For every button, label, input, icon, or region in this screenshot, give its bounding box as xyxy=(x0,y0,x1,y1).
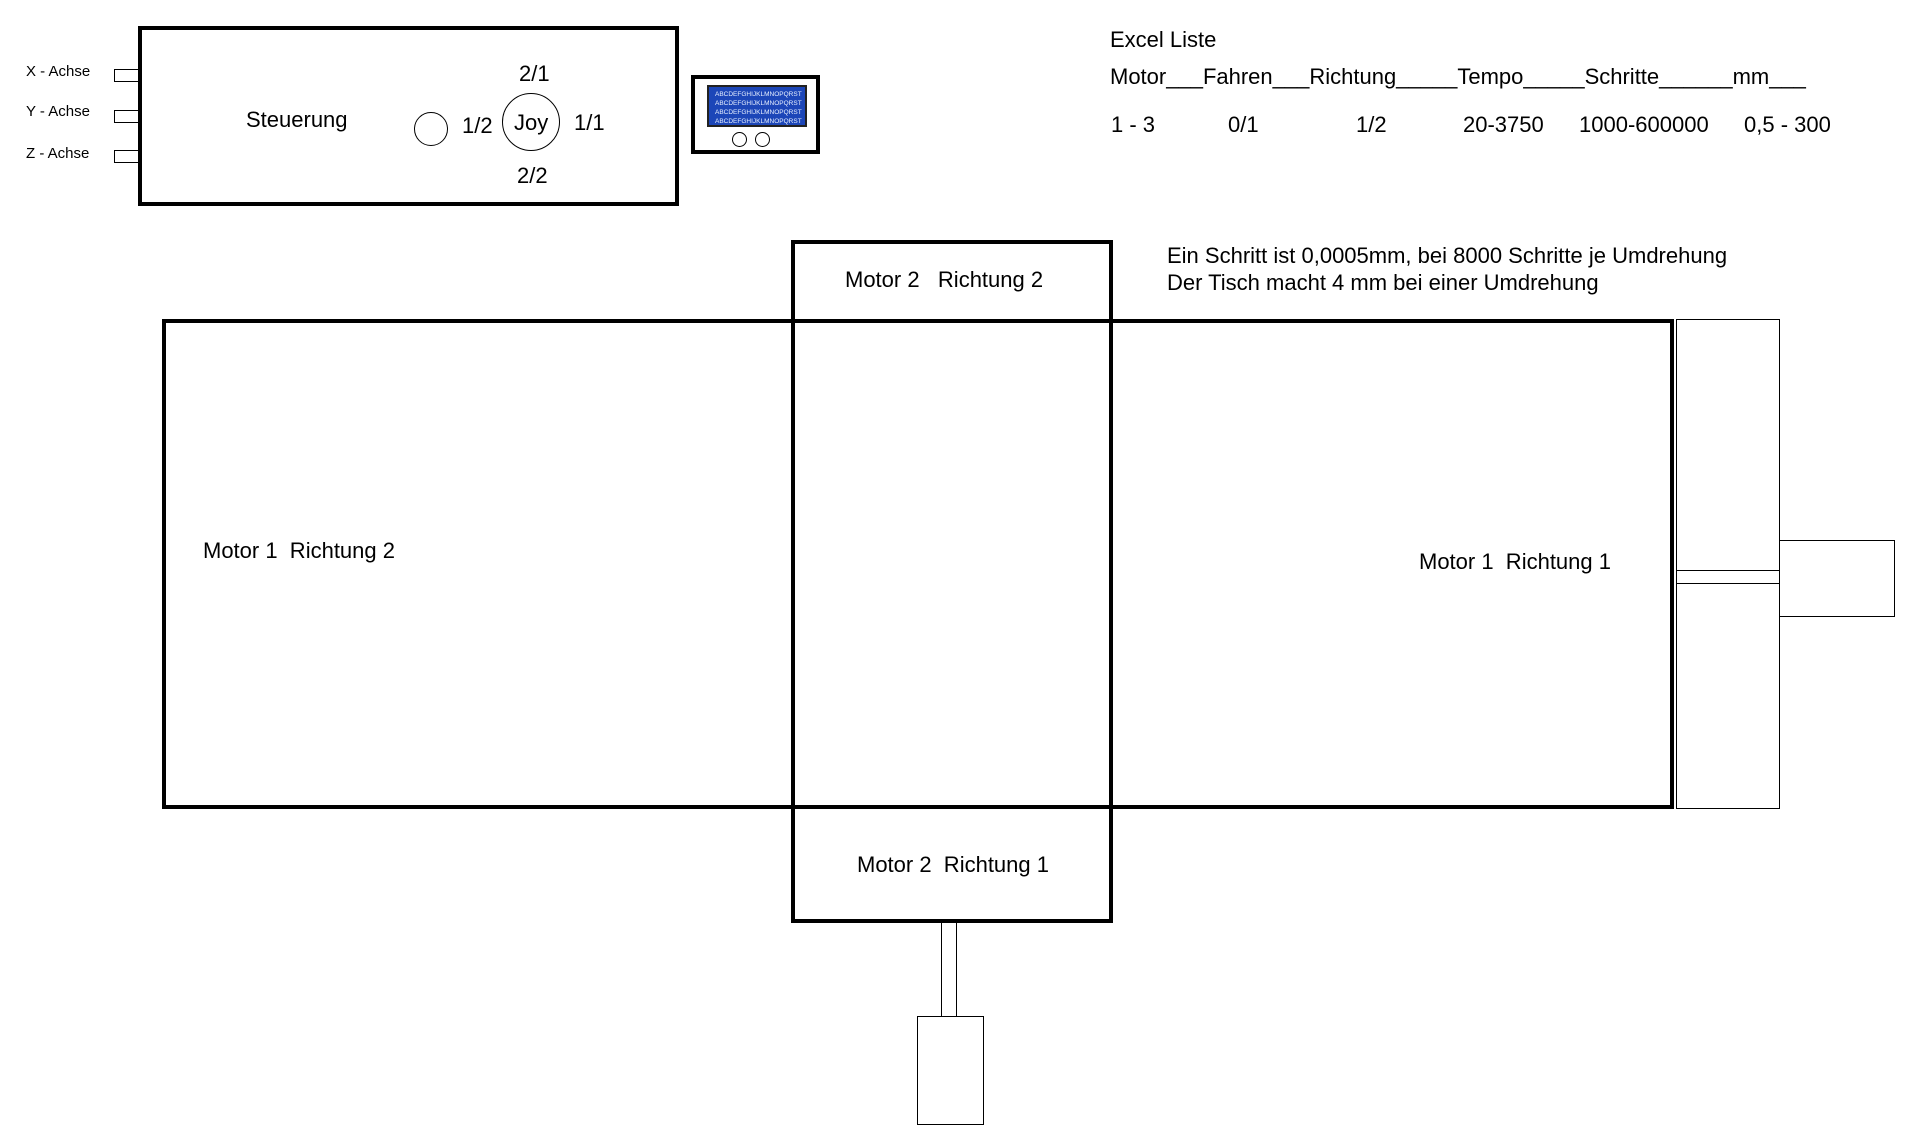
joystick-right-label: 1/1 xyxy=(574,110,605,135)
lcd-line: ABCDEFGHIJKLMNOPQRST xyxy=(715,118,802,125)
excel-value-fahren: 0/1 xyxy=(1228,112,1259,137)
lcd-line: ABCDEFGHIJKLMNOPQRST xyxy=(715,100,802,107)
excel-value-schritte: 1000-600000 xyxy=(1579,112,1709,137)
excel-title: Excel Liste xyxy=(1110,27,1217,52)
lcd-line: ABCDEFGHIJKLMNOPQRST xyxy=(715,91,802,98)
lcd-display: ABCDEFGHIJKLMNOPQRST ABCDEFGHIJKLMNOPQRS… xyxy=(691,75,820,154)
joystick-label: Joy xyxy=(514,110,549,135)
motor2-box xyxy=(917,1016,984,1125)
motor1-bracket xyxy=(1676,319,1780,809)
motor1-direction2-label: Motor 1 Richtung 2 xyxy=(203,538,395,563)
excel-value-richtung: 1/2 xyxy=(1356,112,1387,137)
note-step: Ein Schritt ist 0,0005mm, bei 8000 Schri… xyxy=(1167,243,1728,268)
motor2-direction1-label: Motor 2 Richtung 1 xyxy=(857,852,1049,877)
motor1-box xyxy=(1779,540,1895,617)
motor1-shaft xyxy=(1676,570,1780,584)
z-axis-connector xyxy=(114,150,139,163)
excel-header: Motor___Fahren___Richtung_____Tempo_____… xyxy=(1110,64,1806,89)
z-axis-label: Z - Achse xyxy=(26,145,90,162)
lcd-screen: ABCDEFGHIJKLMNOPQRST ABCDEFGHIJKLMNOPQRS… xyxy=(707,85,807,127)
controller-label: Steuerung xyxy=(246,107,348,132)
joystick-left-label: 1/2 xyxy=(462,113,493,138)
motor1-direction1-label: Motor 1 Richtung 1 xyxy=(1419,549,1611,574)
x-axis-connector xyxy=(114,69,139,82)
excel-value-motor: 1 - 3 xyxy=(1111,112,1156,137)
joystick-down-label: 2/2 xyxy=(517,163,548,188)
table-cross-slide xyxy=(791,240,1113,923)
y-axis-label: Y - Achse xyxy=(26,103,90,120)
lcd-line: ABCDEFGHIJKLMNOPQRST xyxy=(715,109,802,116)
x-axis-label: X - Achse xyxy=(26,63,91,80)
motor2-direction2-label: Motor 2 Richtung 2 xyxy=(845,267,1044,292)
joystick-up-label: 2/1 xyxy=(519,61,550,86)
button-circle xyxy=(414,112,448,146)
motor2-shaft xyxy=(941,922,957,1017)
excel-value-mm: 0,5 - 300 xyxy=(1744,112,1831,137)
note-table: Der Tisch macht 4 mm bei einer Umdrehung xyxy=(1167,270,1599,295)
diagram-canvas: X - Achse Y - Achse Z - Achse Steuerung … xyxy=(0,0,1909,1145)
lcd-button-circle xyxy=(755,132,770,147)
excel-value-tempo: 20-3750 xyxy=(1463,112,1544,137)
lcd-button-circle xyxy=(732,132,747,147)
y-axis-connector xyxy=(114,110,139,123)
